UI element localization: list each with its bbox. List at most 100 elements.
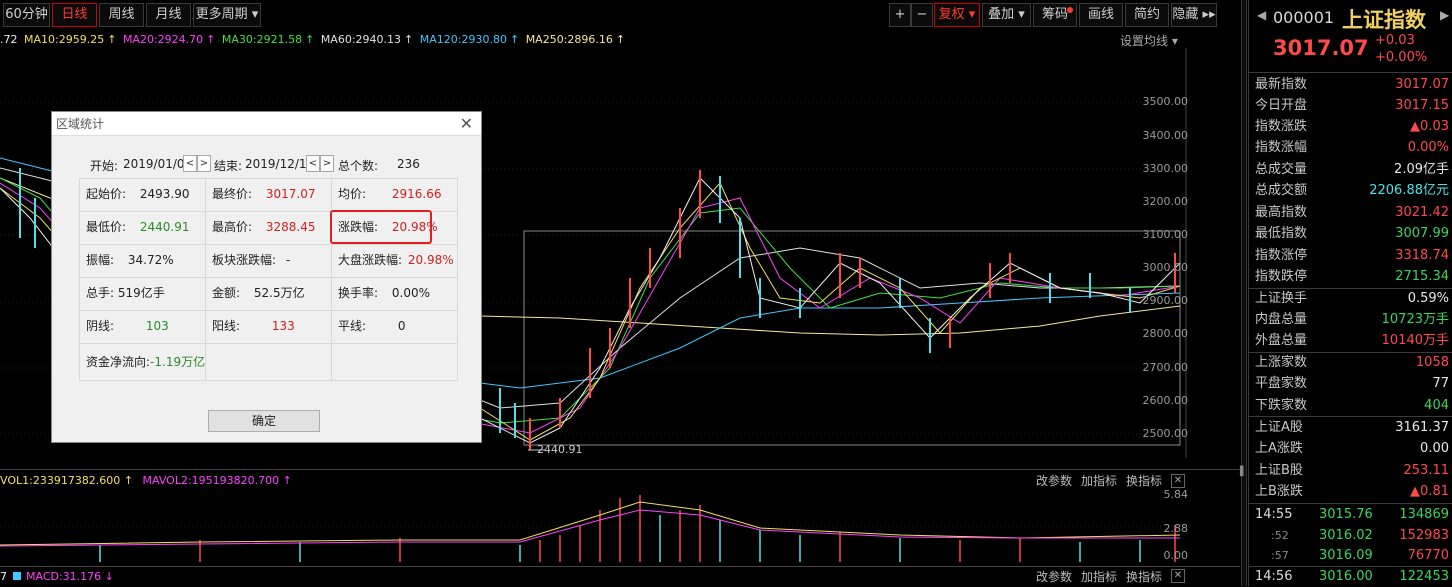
current-price: 3017.07 (1273, 36, 1369, 60)
chip-button[interactable]: 筹码 (1033, 3, 1077, 27)
quote-value: 0.00% (1407, 140, 1449, 155)
vol-change-params-button[interactable]: 改参数 (1036, 474, 1072, 488)
ma30-value: MA30:2921.58 (221, 33, 303, 46)
quote-row: 总成交量 2.09亿手 (1249, 159, 1452, 180)
vol-axis-label: 0.00 (1163, 549, 1189, 562)
tick-row: :57 3016.09 76770 (1249, 545, 1452, 566)
quote-label: 今日开盘 (1255, 98, 1308, 113)
hide-button[interactable]: 隐藏 ▸▸ (1171, 3, 1217, 27)
quote-panel: ◀ 000001 上证指数 ▶ 3017.07 +0.03 +0.00% 最新指… (1248, 0, 1452, 586)
quote-value: 3007.99 (1395, 226, 1449, 241)
macd-switch-indicator-button[interactable]: 换指标 (1126, 570, 1162, 584)
ma-setting-dropdown[interactable]: 设置均线 ▾ (1120, 32, 1178, 49)
quote-row: 指数涨跌 ▲0.03 (1249, 116, 1452, 137)
volume-chart (0, 495, 1186, 562)
tick-time: 14:55 (1255, 507, 1293, 522)
quote-label: 指数涨幅 (1255, 140, 1308, 155)
chip-dot-icon (1067, 7, 1073, 13)
quote-label: 指数涨跌 (1255, 119, 1308, 134)
quote-value: ▲0.03 (1410, 119, 1449, 134)
period-month-button[interactable]: 月线 (146, 3, 191, 27)
quote-value: 77 (1432, 376, 1449, 391)
empty-cell (331, 343, 458, 381)
high-price-label: 最高价: (212, 220, 253, 234)
quote-row: 上B涨跌 ▲0.81 (1249, 481, 1452, 502)
panel-splitter[interactable] (1241, 0, 1247, 586)
macd-change-params-button[interactable]: 改参数 (1036, 570, 1072, 584)
next-stock-icon[interactable]: ▶ (1440, 8, 1449, 22)
tick-price: 3015.76 (1319, 507, 1373, 522)
quote-value: 2715.34 (1395, 269, 1449, 284)
selection-rectangle (523, 230, 1181, 446)
quote-value: 1058 (1415, 355, 1449, 370)
price-axis-label: 3100.00 (1142, 228, 1189, 241)
zoom-out-button[interactable]: − (911, 3, 933, 27)
volume-legend: VOL1:233917382.600 ↑ MAVOL2:195193820.70… (0, 474, 292, 487)
tick-price: 3016.02 (1319, 528, 1373, 543)
macd-value: MACD:31.176 (26, 570, 102, 583)
market-change-cell: 大盘涨跌幅: 20.98% (331, 244, 458, 278)
low-price-value: 2440.91 (139, 220, 190, 234)
quote-row: 上证A股 3161.37 (1249, 417, 1452, 438)
macd-legend: 7 MACD:31.176 ↓ (0, 570, 114, 583)
prev-stock-icon[interactable]: ◀ (1257, 8, 1266, 22)
tick-time: :52 (1271, 529, 1289, 542)
flat-count-label: 平线: (338, 319, 367, 333)
stock-code: 000001 (1273, 8, 1335, 27)
overlay-dropdown[interactable]: 叠加 ▾ (982, 3, 1031, 27)
quote-value: 0.00 (1420, 441, 1449, 456)
macd-arrow-icon: ↓ (104, 570, 114, 583)
ma60-value: MA60:2940.13 (320, 33, 402, 46)
sector-change-value: - (285, 253, 291, 267)
start-prev-button[interactable]: < (183, 155, 197, 172)
end-prev-button[interactable]: < (306, 155, 320, 172)
period-60min-button[interactable]: 60分钟 (3, 3, 50, 27)
up-count-cell: 阳线: 133 (205, 310, 332, 344)
ma30-arrow-icon: ↑ (305, 33, 315, 46)
period-week-button[interactable]: 周线 (99, 3, 144, 27)
quote-label: 上证A股 (1255, 420, 1303, 435)
vol1-value: VOL1:233917382.600 (0, 474, 121, 487)
tick-volume: 122453 (1399, 569, 1449, 584)
start-next-button[interactable]: > (197, 155, 211, 172)
end-next-button[interactable]: > (320, 155, 334, 172)
macd-close-icon[interactable]: ✕ (1171, 569, 1185, 583)
simple-button[interactable]: 简约 (1125, 3, 1169, 27)
high-price-cell: 最高价: 3288.45 (205, 211, 332, 245)
final-price-value: 3017.07 (265, 187, 316, 201)
price-axis-label: 2900.00 (1142, 294, 1189, 307)
price-axis-label: 2600.00 (1142, 394, 1189, 407)
dialog-title-bar[interactable]: 区域统计 (52, 112, 481, 136)
zoom-in-button[interactable]: + (889, 3, 911, 27)
tick-volume: 76770 (1407, 548, 1449, 563)
quote-row: 指数涨停 3318.74 (1249, 245, 1452, 266)
low-price-marker: 2440.91 (537, 443, 583, 456)
quote-label: 内盘总量 (1255, 312, 1308, 327)
total-count-label: 总个数: (338, 159, 379, 173)
dialog-close-icon[interactable]: ✕ (460, 115, 473, 133)
total-volume-cell: 总手: 519亿手 (79, 277, 206, 311)
draw-line-button[interactable]: 画线 (1079, 3, 1123, 27)
quote-row: 总成交额 2206.88亿元 (1249, 180, 1452, 201)
vol-ma2-line (0, 509, 1180, 547)
ok-button[interactable]: 确定 (208, 410, 320, 432)
restore-right-dropdown[interactable]: 复权 ▾ (934, 3, 980, 27)
macd-add-indicator-button[interactable]: 加指标 (1081, 570, 1117, 584)
quote-value: 0.59% (1407, 291, 1449, 306)
down-count-cell: 阴线: 103 (79, 310, 206, 344)
more-period-dropdown[interactable]: 更多周期 ▾ (193, 3, 261, 27)
panel-collapse-icon[interactable]: ▌ (1240, 463, 1248, 481)
vol-close-icon[interactable]: ✕ (1171, 474, 1185, 488)
quote-row: 上证B股 253.11 (1249, 460, 1452, 481)
divider (1249, 72, 1452, 73)
quote-value: 3017.07 (1395, 77, 1449, 92)
net-flow-label: 资金净流向: (86, 355, 151, 369)
vol-switch-indicator-button[interactable]: 换指标 (1126, 474, 1162, 488)
low-price-cell: 最低价: 2440.91 (79, 211, 206, 245)
end-date-value: 2019/12/19 (245, 157, 315, 171)
period-day-button[interactable]: 日线 (52, 3, 97, 27)
avg-price-value: 2916.66 (391, 187, 442, 201)
net-flow-cell: 资金净流向:-1.19万亿 (79, 343, 206, 381)
highlight-box (330, 210, 432, 244)
vol-add-indicator-button[interactable]: 加指标 (1081, 474, 1117, 488)
